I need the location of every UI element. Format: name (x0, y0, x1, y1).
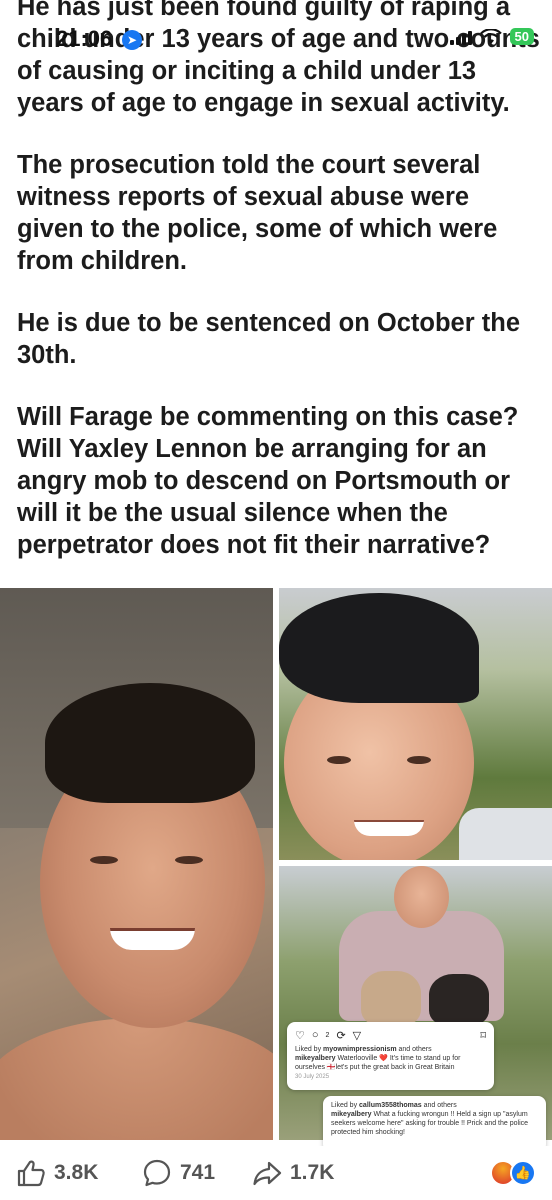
status-bar: 21:06 ➤ 50 (0, 0, 552, 72)
like-reaction-icon: 👍 (510, 1160, 536, 1186)
baseball-cap (279, 593, 479, 703)
caption-username: mikeyalbery (295, 1055, 336, 1062)
post-date: 30 July 2025 (295, 1074, 330, 1080)
liked-by-user: callum3558thomas (359, 1102, 422, 1109)
reaction-summary[interactable]: 👍 (490, 1160, 538, 1186)
liked-by-user: myownimpressionism (323, 1046, 397, 1053)
eye (175, 856, 203, 864)
battery-indicator: 50 (509, 28, 534, 45)
comment-bubble-icon (143, 1159, 171, 1187)
car-background (459, 808, 552, 860)
caption-line: mikeyalbery What a fucking wrongun !! He… (331, 1110, 538, 1137)
heart-icon: ♡ (295, 1029, 305, 1042)
smile (354, 820, 424, 836)
cellular-signal-icon (449, 29, 472, 45)
share-button[interactable]: 1.7K (252, 1158, 334, 1188)
post-action-bar: 3.8K 741 1.7K 👍 (0, 1146, 552, 1200)
repost-icon: ⟳ (336, 1029, 346, 1042)
thumbs-up-icon (17, 1160, 45, 1187)
liked-by-line: Liked by myownimpressionism and others (295, 1046, 432, 1053)
status-time: 21:06 (56, 26, 113, 51)
liked-by-suffix: and others (398, 1046, 432, 1053)
eye (407, 756, 431, 764)
location-arrow-icon: ➤ (122, 30, 142, 50)
share-count: 1.7K (290, 1161, 335, 1184)
post-paragraph: Will Farage be commenting on this case? … (17, 403, 519, 559)
share-arrow-icon (253, 1161, 282, 1186)
liked-by-suffix: and others (423, 1102, 457, 1109)
comment-count: 2 (325, 1031, 330, 1039)
like-count: 3.8K (54, 1161, 99, 1184)
eye (327, 756, 351, 764)
send-icon: ▽ (352, 1029, 362, 1042)
like-button[interactable]: 3.8K (16, 1158, 98, 1188)
smile (110, 928, 195, 950)
post-photo-selfie[interactable] (0, 588, 273, 1140)
wifi-icon (479, 28, 502, 44)
comment-button[interactable]: 741 (142, 1158, 215, 1188)
liked-by-line: Liked by callum3558thomas and others (331, 1102, 457, 1109)
dog-black (429, 974, 489, 1026)
bookmark-icon: ⌑ (480, 1029, 486, 1042)
instagram-comment-card: Liked by callum3558thomas and others mik… (323, 1096, 546, 1152)
face (394, 866, 449, 928)
caption-username: mikeyalbery (331, 1111, 372, 1118)
comment-count: 741 (180, 1161, 216, 1184)
status-indicators: 50 (449, 28, 534, 45)
post-body: He has just been found guilty of raping … (17, 0, 542, 591)
instagram-post-card: ♡ ○ 2 ⟳ ▽ ⌑ Liked by myownimpressionism … (287, 1022, 494, 1090)
post-paragraph: He is due to be sentenced on October the… (17, 309, 521, 369)
dog-fawn (361, 971, 421, 1026)
hair (45, 683, 255, 803)
comment-icon: ○ (311, 1029, 319, 1041)
post-paragraph: The prosecution told the court several w… (17, 151, 498, 275)
eye (90, 856, 118, 864)
instagram-action-icons: ♡ ○ 2 ⟳ ▽ ⌑ (295, 1028, 486, 1042)
caption-line: mikeyalbery Waterlooville ❤️ It's time t… (295, 1054, 486, 1072)
post-photo-cap[interactable] (279, 588, 552, 860)
shoulders (0, 1018, 273, 1140)
